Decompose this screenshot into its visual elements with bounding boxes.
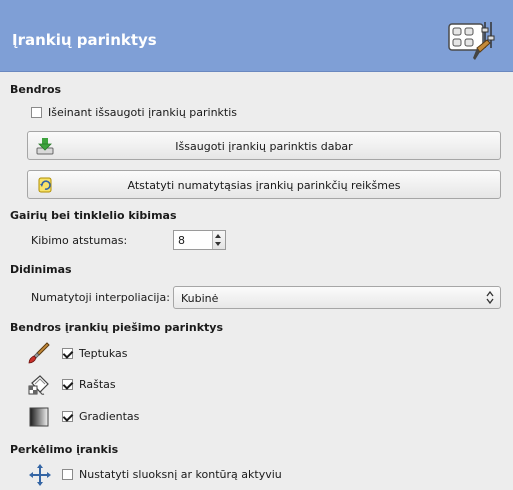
save-on-exit-label: Išeinant išsaugoti įrankių parinktis <box>48 106 238 119</box>
decrement-arrow-icon[interactable] <box>215 242 221 246</box>
brush-label: Teptukas <box>79 347 128 360</box>
snap-distance-value: 8 <box>178 234 185 247</box>
gradient-checkbox[interactable] <box>62 411 73 422</box>
paintbrush-icon <box>28 342 50 364</box>
interpolation-label: Numatytoji interpoliacija: <box>31 291 170 304</box>
interpolation-select[interactable]: Kubinė <box>173 286 501 309</box>
snap-distance-spinner[interactable]: 8 <box>173 230 226 250</box>
increment-arrow-icon[interactable] <box>215 234 221 238</box>
snap-distance-label: Kibimo atstumas: <box>31 234 128 247</box>
tool-options-icon <box>448 22 495 60</box>
move-arrows-icon <box>29 464 51 486</box>
reset-defaults-button[interactable]: Atstatyti numatytąsias įrankių parinkčių… <box>27 170 501 199</box>
section-title-scaling: Didinimas <box>10 263 72 276</box>
pattern-checkbox[interactable] <box>62 379 73 390</box>
save-now-button[interactable]: Išsaugoti įrankių parinktis dabar <box>27 131 501 160</box>
pattern-bucket-icon <box>28 375 49 395</box>
section-title-general: Bendros <box>10 83 62 96</box>
page-title: Įrankių parinktys <box>12 31 157 49</box>
pattern-label: Raštas <box>79 378 116 391</box>
save-on-exit-checkbox[interactable] <box>31 107 42 118</box>
set-active-label: Nustatyti sluoksnį ar kontūrą aktyviu <box>79 468 282 481</box>
updown-arrows-icon <box>486 291 494 304</box>
interpolation-value: Kubinė <box>181 292 219 305</box>
save-now-button-label: Išsaugoti įrankių parinktis dabar <box>175 140 353 153</box>
set-active-checkbox[interactable] <box>62 469 73 480</box>
gradient-icon <box>29 407 49 427</box>
snap-distance-stepper[interactable] <box>212 231 225 249</box>
page-header: Įrankių parinktys <box>0 0 513 72</box>
section-title-paint: Bendros įrankių piešimo parinktys <box>10 321 223 334</box>
gradient-label: Gradientas <box>79 410 140 423</box>
brush-checkbox[interactable] <box>62 348 73 359</box>
section-title-snap: Gairių bei tinklelio kibimas <box>10 209 177 222</box>
reset-defaults-button-label: Atstatyti numatytąsias įrankių parinkčių… <box>127 179 401 192</box>
section-title-move: Perkėlimo įrankis <box>10 443 119 456</box>
